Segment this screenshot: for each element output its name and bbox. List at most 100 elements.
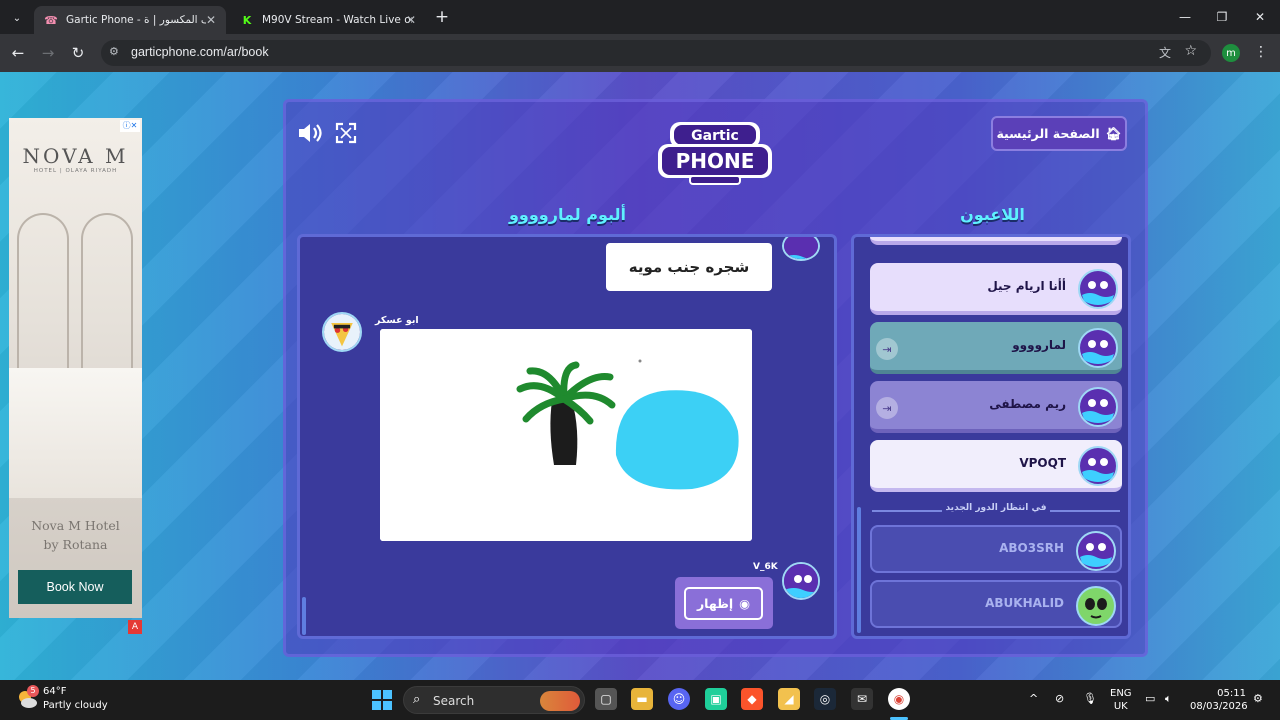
player-row: ⇥ لماروووو — [870, 322, 1122, 374]
kick-player-icon[interactable]: ⇥ — [876, 338, 898, 360]
ad-info-icon[interactable]: ⓘ✕ — [120, 120, 140, 132]
minimize-icon[interactable]: — — [1170, 6, 1200, 28]
ad-book-now-button[interactable]: Book Now — [18, 570, 132, 604]
close-window-icon[interactable]: ✕ — [1245, 6, 1275, 28]
ad-hotel-name: Nova M Hotel by Rotana — [9, 516, 142, 554]
browser-tab-bar: ⌄ ☎ Gartic Phone - الهاتف المكسور | ة ✕ … — [0, 0, 1280, 34]
ad-hotel-line1: Nova M Hotel — [31, 518, 120, 533]
clock-time: 05:11 — [1217, 688, 1246, 699]
search-highlight-icon — [540, 691, 580, 711]
profile-avatar[interactable]: m — [1222, 44, 1240, 62]
ad-bed-image — [9, 368, 142, 498]
bookmark-star-icon[interactable]: ☆ — [1184, 43, 1197, 59]
player-avatar — [1078, 269, 1118, 309]
player-name: ريم مصطفى — [989, 397, 1066, 411]
language-code: ENG — [1110, 688, 1132, 699]
taskbar-search[interactable]: ⌕ Search — [403, 686, 585, 714]
windows-taskbar: 5 64°F Partly cloudy ⌕ Search ▢ ▬ ☺ ▣ ◆ … — [0, 680, 1280, 720]
players-panel: أأنا اريام جيل ⇥ لماروووو ⇥ ريم مصطفى VP… — [851, 234, 1131, 639]
fullscreen-icon[interactable] — [335, 122, 357, 144]
brave-icon[interactable]: ◆ — [741, 688, 763, 710]
player-row: ⇥ ريم مصطفى — [870, 381, 1122, 433]
display-icon[interactable]: ▭ — [1145, 692, 1155, 705]
steam-icon[interactable]: ◎ — [814, 688, 836, 710]
gartic-phone-logo: Gartic PHONE — [658, 122, 772, 185]
search-icon: ⌕ — [413, 692, 421, 707]
reload-icon[interactable]: ↻ — [68, 43, 88, 63]
players-title: اللاعبون — [960, 205, 1025, 224]
home-button-label: الصفحة الرئيسية — [996, 126, 1100, 141]
back-arrow-icon[interactable]: ← — [8, 43, 28, 63]
ad-choices-icon[interactable]: A — [128, 620, 142, 634]
weather-description: Partly cloudy — [43, 700, 108, 711]
close-tab-icon[interactable]: ✕ — [206, 13, 216, 27]
players-scrollbar[interactable] — [857, 507, 861, 633]
home-button[interactable]: الصفحة الرئيسية 🏠︎ — [991, 116, 1127, 151]
ad-subtitle: HOTEL | OLAYA RIYADH — [33, 168, 118, 174]
windows-start-icon[interactable] — [372, 690, 392, 710]
address-bar[interactable]: ⚙ garticphone.com/ar/book 文 ☆ — [101, 40, 1211, 66]
tray-chevron-icon[interactable]: ^ — [1029, 692, 1038, 705]
home-icon: 🏠︎ — [1105, 125, 1122, 141]
discord-icon[interactable]: ☺ — [668, 688, 690, 710]
browser-menu-icon[interactable]: ⋮ — [1254, 44, 1268, 60]
search-label: Search — [433, 694, 475, 708]
restore-icon[interactable]: ❐ — [1207, 6, 1237, 28]
site-info-icon[interactable]: ⚙ — [109, 45, 125, 61]
player-name: ABO3SRH — [999, 541, 1064, 555]
url-text: garticphone.com/ar/book — [131, 45, 269, 59]
tab-gartic-phone[interactable]: ☎ Gartic Phone - الهاتف المكسور | ة ✕ — [34, 6, 226, 34]
waiting-player-row: ABO3SRH — [870, 525, 1122, 573]
svg-text:Gartic: Gartic — [691, 128, 739, 144]
tab-kick-stream[interactable]: K M90V Stream - Watch Live on K ✕ — [230, 6, 426, 34]
app-icon[interactable]: ▣ — [705, 688, 727, 710]
player-avatar — [1078, 387, 1118, 427]
sound-icon[interactable] — [297, 122, 325, 144]
player-row-partial — [870, 237, 1122, 245]
hotel-advertisement[interactable]: ⓘ✕ NOVA M HOTEL | OLAYA RIYADH Nova M Ho… — [9, 118, 142, 618]
player-name: أأنا اريام جيل — [987, 279, 1066, 293]
phone-icon: ☎ — [44, 13, 58, 27]
chrome-icon[interactable]: ◉ — [888, 688, 910, 710]
file-explorer-icon[interactable]: ▬ — [631, 688, 653, 710]
weather-badge: 5 — [27, 685, 39, 697]
weather-temperature: 64°F — [43, 686, 67, 697]
kick-icon: K — [242, 13, 252, 27]
album-drawing-canvas — [380, 329, 752, 541]
notifications-icon[interactable]: ⚙ — [1253, 692, 1263, 705]
player-name: لماروووو — [1012, 338, 1066, 352]
network-off-icon[interactable]: ⊘ — [1055, 692, 1064, 705]
waiting-player-row: ABUKHALID — [870, 580, 1122, 628]
new-tab-plus-icon[interactable]: + — [432, 7, 452, 27]
show-button[interactable]: إظهار ◉ — [684, 587, 763, 620]
clock[interactable]: 05:11 08/03/2026 — [1190, 687, 1248, 713]
translate-icon[interactable]: 文 — [1159, 44, 1171, 61]
tab-search-chevron-icon[interactable]: ⌄ — [6, 8, 28, 28]
forward-arrow-icon[interactable]: → — [38, 43, 58, 63]
player-row: أأنا اريام جيل — [870, 263, 1122, 315]
ad-hotel-line2: by Rotana — [43, 537, 108, 552]
player-avatar — [1078, 446, 1118, 486]
clock-date: 08/03/2026 — [1190, 701, 1248, 712]
app-icon[interactable]: ◢ — [778, 688, 800, 710]
microphone-icon[interactable]: 🎙︎ — [1083, 692, 1097, 705]
volume-icon[interactable]: 🔈︎ — [1165, 692, 1172, 706]
reveal-box: إظهار ◉ — [675, 577, 773, 629]
kick-player-icon[interactable]: ⇥ — [876, 397, 898, 419]
album-scrollbar[interactable] — [302, 597, 306, 635]
player-name: VPOQT — [1019, 456, 1066, 470]
alien-avatar — [1076, 586, 1116, 626]
next-player-name: V_6K — [753, 562, 778, 572]
waiting-label: في انتظار الدور الجديد — [872, 503, 1120, 517]
task-view-icon[interactable]: ▢ — [595, 688, 617, 710]
keyboard-layout: UK — [1113, 701, 1128, 712]
language-indicator[interactable]: ENG UK — [1110, 687, 1132, 713]
player-name: ABUKHALID — [985, 596, 1064, 610]
close-tab-icon[interactable]: ✕ — [406, 13, 416, 27]
tab-title: M90V Stream - Watch Live on K — [262, 14, 412, 26]
svg-text:PHONE: PHONE — [676, 149, 755, 173]
web-page: ⓘ✕ NOVA M HOTEL | OLAYA RIYADH Nova M Ho… — [0, 72, 1280, 680]
pizza-avatar — [322, 312, 362, 352]
drawer-name: ابو عسكر — [375, 315, 419, 326]
mail-icon[interactable]: ✉ — [851, 688, 873, 710]
